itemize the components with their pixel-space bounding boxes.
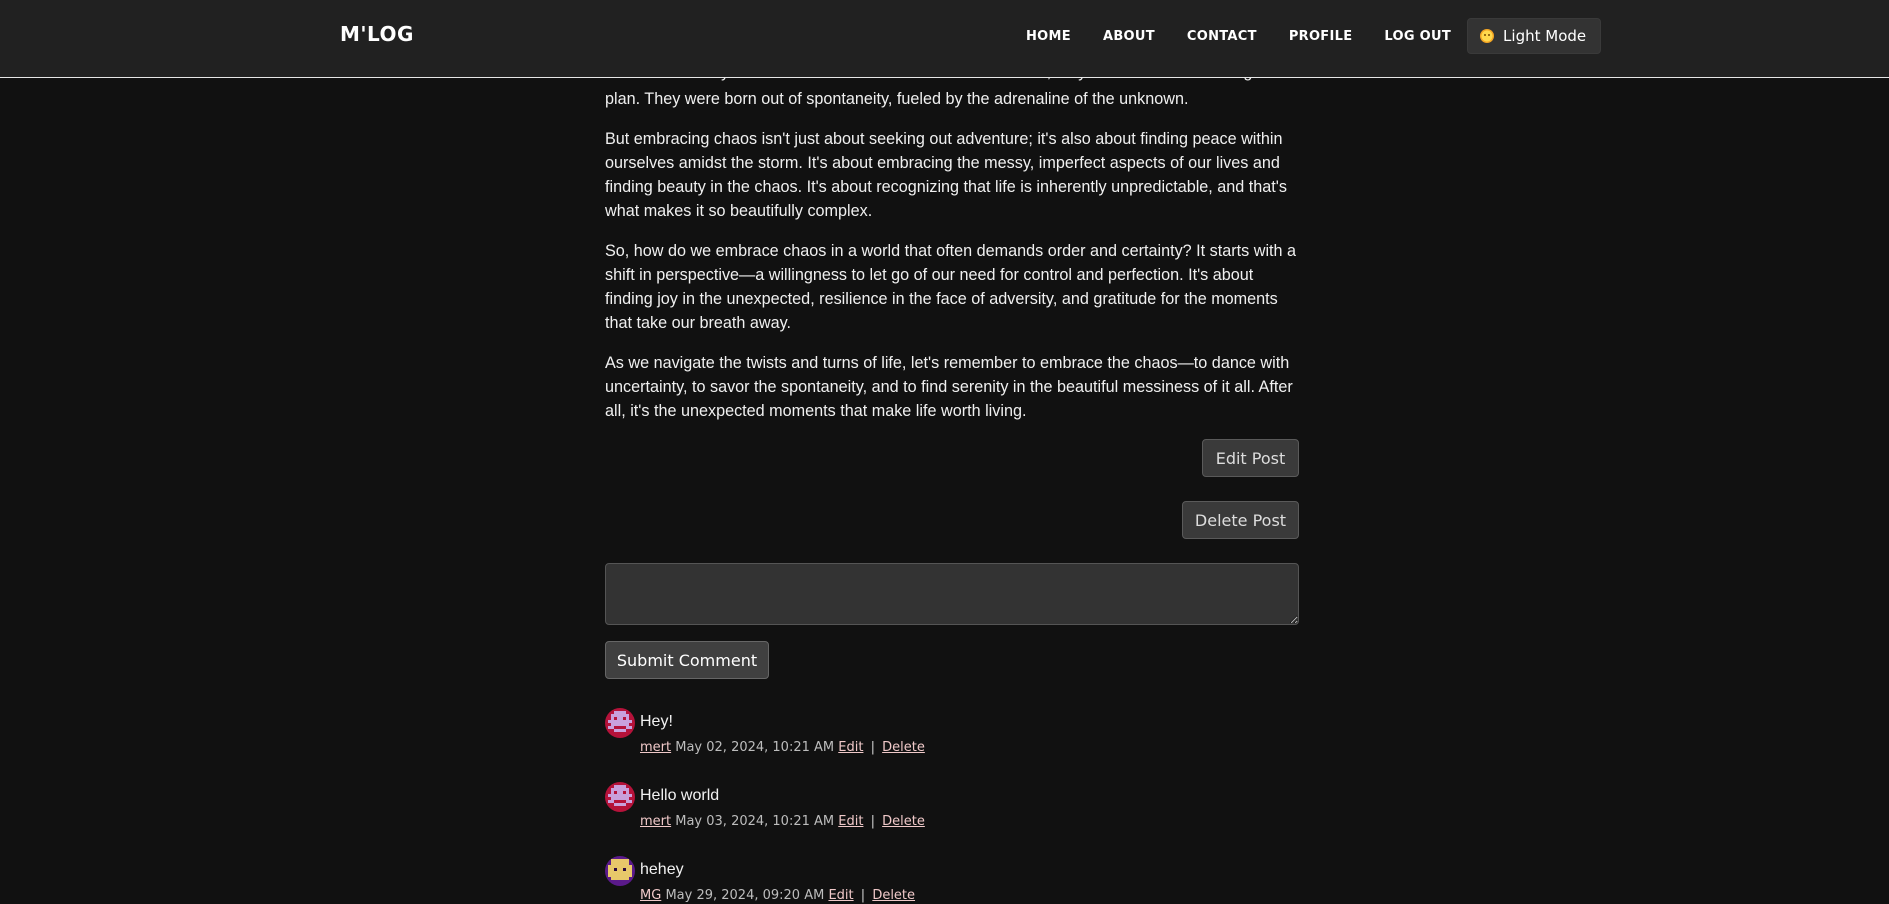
comment-meta: MG May 29, 2024, 09:20 AM Edit | Delete: [640, 888, 915, 903]
comment-item: Hey! mert May 02, 2024, 10:21 AM Edit | …: [605, 708, 1299, 768]
sun-face-icon: [1480, 29, 1495, 43]
comment-item: Hello world mert May 03, 2024, 10:21 AM …: [605, 782, 1299, 842]
comment-delete-link[interactable]: Delete: [882, 814, 925, 829]
comment-text: hehey: [640, 861, 684, 878]
comment-author-link[interactable]: mert: [640, 814, 671, 829]
comment-edit-link[interactable]: Edit: [828, 888, 853, 903]
nav-contact-link[interactable]: CONTACT: [1187, 29, 1257, 44]
comment-meta-separator: |: [860, 888, 866, 903]
post-paragraph: So, how do we embrace chaos in a world t…: [605, 242, 1297, 332]
comment-date: May 03, 2024, 10:21 AM: [675, 814, 835, 829]
comment-date: May 02, 2024, 10:21 AM: [675, 740, 835, 755]
post-paragraph: As we navigate the twists and turns of l…: [605, 354, 1293, 420]
post-paragraph: But embracing chaos isn't just about see…: [605, 130, 1287, 220]
theme-toggle-button[interactable]: Light Mode: [1467, 18, 1602, 54]
comment-meta: mert May 02, 2024, 10:21 AM Edit | Delet…: [640, 740, 925, 755]
red-pixel-avatar-icon[interactable]: [605, 782, 635, 812]
comment-edit-link[interactable]: Edit: [838, 814, 863, 829]
comment-delete-link[interactable]: Delete: [872, 888, 915, 903]
comment-input[interactable]: [605, 563, 1299, 625]
theme-toggle-label: Light Mode: [1503, 27, 1587, 45]
comment-author-link[interactable]: mert: [640, 740, 671, 755]
submit-comment-button[interactable]: Submit Comment: [605, 641, 769, 679]
comment-meta-separator: |: [870, 740, 875, 755]
comment-item: hehey MG May 29, 2024, 09:20 AM Edit | D…: [605, 856, 1299, 904]
purple-pixel-avatar-icon[interactable]: [605, 856, 635, 886]
nav-profile-link[interactable]: PROFILE: [1289, 29, 1353, 44]
comment-edit-link[interactable]: Edit: [838, 740, 863, 755]
red-pixel-avatar-icon[interactable]: [605, 708, 635, 738]
comment-delete-link[interactable]: Delete: [882, 740, 925, 755]
nav-links: HOME ABOUT CONTACT PROFILE LOG OUT Light…: [1010, 18, 1602, 54]
comment-text: Hey!: [640, 713, 673, 730]
comment-date: May 29, 2024, 09:20 AM: [665, 888, 825, 903]
edit-post-button[interactable]: Edit Post: [1202, 439, 1299, 477]
comment-meta: mert May 03, 2024, 10:21 AM Edit | Delet…: [640, 814, 925, 829]
comment-author-link[interactable]: MG: [640, 888, 661, 903]
nav-logout-link[interactable]: LOG OUT: [1384, 29, 1451, 44]
comment-text: Hello world: [640, 787, 720, 804]
top-navbar: M'LOG HOME ABOUT CONTACT PROFILE LOG OUT…: [0, 0, 1889, 78]
delete-post-button[interactable]: Delete Post: [1182, 501, 1299, 539]
nav-about-link[interactable]: ABOUT: [1103, 29, 1155, 44]
nav-home-link[interactable]: HOME: [1026, 29, 1071, 44]
page: ones that made your heart race with exci…: [0, 0, 1889, 904]
post-paragraph: plan. They were born out of spontaneity,…: [605, 90, 1189, 108]
comment-meta-separator: |: [870, 814, 875, 829]
brand-logo[interactable]: M'LOG: [340, 22, 414, 46]
